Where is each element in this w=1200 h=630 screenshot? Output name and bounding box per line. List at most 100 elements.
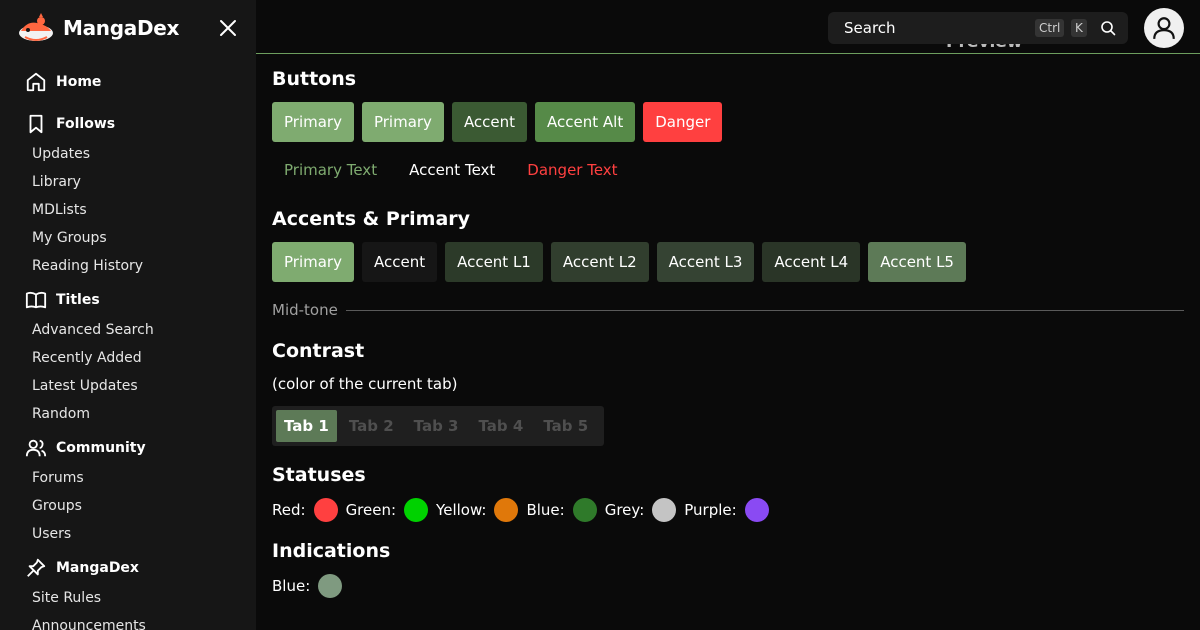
status-dot bbox=[652, 498, 677, 522]
sidebar-item-my-groups[interactable]: My Groups bbox=[0, 224, 256, 252]
indication-row: Blue: bbox=[272, 574, 350, 598]
users-icon bbox=[24, 436, 48, 460]
status-yellow: Yellow: bbox=[436, 498, 519, 522]
status-label: Red: bbox=[272, 501, 306, 519]
indication-label: Blue: bbox=[272, 577, 311, 595]
sidebar-item-mdlists[interactable]: MDLists bbox=[0, 196, 256, 224]
status-green: Green: bbox=[345, 498, 429, 522]
bookmark-icon bbox=[24, 112, 48, 136]
status-row: Red: Green: Yellow: Blue: Grey: Purple: bbox=[272, 498, 777, 522]
sidebar-item-label: Follows bbox=[56, 116, 116, 132]
contrast-heading: Contrast bbox=[272, 340, 365, 362]
sidebar-item-reading-history[interactable]: Reading History bbox=[0, 252, 256, 280]
sidebar-item-updates[interactable]: Updates bbox=[0, 140, 256, 168]
accents-heading: Accents & Primary bbox=[272, 208, 471, 230]
buttons-heading: Buttons bbox=[272, 68, 357, 90]
status-dot bbox=[404, 498, 429, 522]
user-icon bbox=[1153, 17, 1175, 39]
shortcut-ctrl-key: Ctrl bbox=[1035, 19, 1065, 37]
status-label: Green: bbox=[345, 501, 397, 519]
accent-text-button[interactable]: Accent Text bbox=[397, 150, 507, 190]
shortcut-k-key: K bbox=[1071, 19, 1087, 37]
indications-heading: Indications bbox=[272, 540, 391, 562]
tab-3[interactable]: Tab 3 bbox=[406, 410, 467, 442]
contrast-subtitle: (color of the current tab) bbox=[272, 375, 458, 393]
text-button-row: Primary Text Accent Text Danger Text bbox=[272, 150, 638, 190]
accent-swatch-primary[interactable]: Primary bbox=[272, 242, 354, 282]
status-grey: Grey: bbox=[605, 498, 677, 522]
status-dot bbox=[494, 498, 519, 522]
primary-button-2[interactable]: Primary bbox=[361, 102, 444, 142]
sidebar-item-follows[interactable]: Follows bbox=[0, 108, 256, 140]
sidebar-item-latest-updates[interactable]: Latest Updates bbox=[0, 372, 256, 400]
top-bar: Preview Ctrl K bbox=[256, 0, 1200, 54]
sidebar-item-mangadex[interactable]: MangaDex bbox=[0, 552, 256, 584]
sidebar-item-label: Home bbox=[56, 74, 102, 90]
search-icon[interactable] bbox=[1100, 20, 1116, 36]
accent-button[interactable]: Accent bbox=[451, 102, 528, 142]
primary-text-button[interactable]: Primary Text bbox=[272, 150, 389, 190]
sidebar-item-library[interactable]: Library bbox=[0, 168, 256, 196]
sidebar-item-random[interactable]: Random bbox=[0, 400, 256, 428]
status-red: Red: bbox=[272, 498, 338, 522]
sidebar-item-announcements[interactable]: Announcements bbox=[0, 612, 256, 630]
tab-bar: Tab 1 Tab 2 Tab 3 Tab 4 Tab 5 bbox=[272, 406, 605, 446]
indication-dot bbox=[318, 574, 343, 598]
sidebar-item-label: Titles bbox=[56, 292, 100, 308]
status-dot bbox=[572, 498, 597, 522]
tab-1[interactable]: Tab 1 bbox=[276, 410, 337, 442]
brand-name: MangaDex bbox=[63, 16, 180, 40]
search-input[interactable] bbox=[844, 19, 1024, 37]
accent-swatch-l2[interactable]: Accent L2 bbox=[550, 242, 649, 282]
status-dot bbox=[744, 498, 769, 522]
mangadex-logo-icon bbox=[19, 13, 53, 41]
status-label: Blue: bbox=[526, 501, 565, 519]
status-label: Purple: bbox=[684, 501, 737, 519]
user-avatar-button[interactable] bbox=[1144, 8, 1184, 48]
primary-button[interactable]: Primary bbox=[272, 102, 354, 142]
close-icon bbox=[220, 20, 236, 36]
danger-text-button[interactable]: Danger Text bbox=[515, 150, 629, 190]
accent-alt-button[interactable]: Accent Alt bbox=[535, 102, 636, 142]
book-icon bbox=[24, 288, 48, 312]
sidebar-item-community[interactable]: Community bbox=[0, 432, 256, 464]
status-label: Yellow: bbox=[436, 501, 487, 519]
danger-button[interactable]: Danger bbox=[643, 102, 723, 142]
close-sidebar-button[interactable] bbox=[217, 17, 239, 39]
tab-4[interactable]: Tab 4 bbox=[470, 410, 531, 442]
accent-swatch-l3[interactable]: Accent L3 bbox=[656, 242, 755, 282]
indication-blue: Blue: bbox=[272, 574, 343, 598]
sidebar-item-label: Community bbox=[56, 440, 146, 456]
pin-icon bbox=[24, 556, 48, 580]
accent-swatch-l1[interactable]: Accent L1 bbox=[445, 242, 543, 282]
midtone-divider: Mid-tone bbox=[272, 300, 1184, 320]
sidebar: MangaDex Home Follows Updates Library MD… bbox=[0, 0, 256, 630]
statuses-heading: Statuses bbox=[272, 464, 366, 486]
status-purple: Purple: bbox=[684, 498, 769, 522]
sidebar-nav: Home Follows Updates Library MDLists My … bbox=[0, 62, 256, 630]
sidebar-item-users[interactable]: Users bbox=[0, 520, 256, 548]
sidebar-item-home[interactable]: Home bbox=[0, 66, 256, 98]
divider-line bbox=[345, 309, 1184, 311]
status-blue: Blue: bbox=[526, 498, 597, 522]
status-dot bbox=[313, 498, 338, 522]
sidebar-item-forums[interactable]: Forums bbox=[0, 464, 256, 492]
brand-logo[interactable]: MangaDex bbox=[17, 12, 179, 44]
sidebar-item-recently-added[interactable]: Recently Added bbox=[0, 344, 256, 372]
home-icon bbox=[24, 70, 48, 94]
midtone-label: Mid-tone bbox=[272, 301, 338, 319]
button-row: Primary Primary Accent Accent Alt Danger bbox=[272, 102, 730, 142]
sidebar-item-advanced-search[interactable]: Advanced Search bbox=[0, 316, 256, 344]
accent-row: Primary Accent Accent L1 Accent L2 Accen… bbox=[272, 242, 974, 282]
tab-2[interactable]: Tab 2 bbox=[341, 410, 402, 442]
accent-swatch-l4[interactable]: Accent L4 bbox=[762, 242, 861, 282]
tab-5[interactable]: Tab 5 bbox=[535, 410, 596, 442]
sidebar-item-site-rules[interactable]: Site Rules bbox=[0, 584, 256, 612]
search-bar[interactable]: Ctrl K bbox=[828, 12, 1128, 44]
sidebar-item-label: MangaDex bbox=[56, 560, 139, 576]
accent-swatch-l5[interactable]: Accent L5 bbox=[868, 242, 966, 282]
accent-swatch-accent[interactable]: Accent bbox=[361, 242, 438, 282]
sidebar-item-groups[interactable]: Groups bbox=[0, 492, 256, 520]
status-label: Grey: bbox=[604, 501, 645, 519]
sidebar-item-titles[interactable]: Titles bbox=[0, 284, 256, 316]
